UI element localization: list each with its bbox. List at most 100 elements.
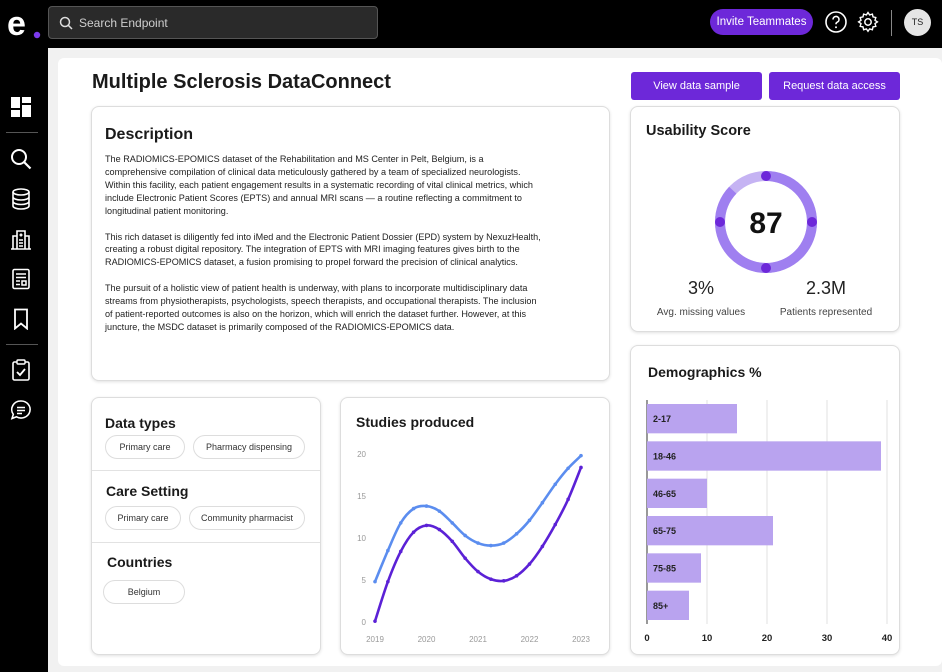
gauge-dot [761,263,771,273]
country-chip[interactable]: Belgium [103,580,185,604]
header-divider [891,10,892,36]
data-point [514,574,519,578]
gauge-dot [807,217,817,227]
data-point [553,482,558,487]
x-tick-label: 2019 [366,635,384,644]
data-point [450,539,455,544]
report-icon[interactable] [10,268,32,290]
data-point [373,619,377,623]
data-point [540,500,545,505]
data-point [450,521,455,525]
studies-line-chart: 0 5 10 15 20 2019 2020 2021 2022 2023 [357,450,590,644]
usability-heading: Usability Score [646,123,751,139]
studies-heading: Studies produced [356,414,475,430]
care-setting-chip[interactable]: Primary care [105,506,181,530]
bar-category-label: 65-75 [653,526,676,536]
care-setting-heading: Care Setting [106,483,189,499]
data-point [579,453,583,458]
data-point [386,579,390,584]
description-paragraph: This rich dataset is diligently fed into… [105,231,541,268]
data-point [540,544,545,549]
countries-heading: Countries [107,554,173,570]
missing-values-label: Avg. missing values [656,307,746,318]
series-line-1 [373,454,582,583]
data-point [527,518,532,523]
data-point [566,497,570,502]
data-point [489,543,493,548]
care-setting-chip[interactable]: Community pharmacist [189,506,305,530]
search-input[interactable] [79,7,369,38]
y-tick-label: 10 [357,534,366,543]
data-point [463,556,467,560]
data-point [411,506,416,511]
data-type-chip[interactable]: Pharmacy dispensing [193,435,305,459]
description-card: Description The RADIOMICS-EPOMICS datase… [91,106,610,381]
data-point [463,533,467,538]
bar [647,441,881,471]
invite-teammates-button[interactable]: Invite Teammates [710,9,813,35]
demographics-bar-chart: 0 10 20 30 40 2-17 18-46 46-65 65-75 75-85 85+ [644,400,893,644]
data-type-chip[interactable]: Primary care [105,435,185,459]
request-data-access-button[interactable]: Request data access [769,72,900,100]
x-tick-label: 2023 [572,635,590,644]
x-tick-label: 2021 [469,635,487,644]
missing-values-stat: 3% [687,278,714,298]
x-tick-label: 20 [762,633,773,644]
sidebar [0,48,48,672]
search-icon[interactable] [10,148,32,170]
data-point [566,466,570,471]
patients-label: Patients represented [779,307,873,318]
gauge-dot [715,217,725,227]
y-tick-label: 5 [362,576,367,585]
description-paragraph: The pursuit of a holistic view of patien… [105,283,537,332]
data-point [437,509,442,513]
bar-category-label: 46-65 [653,489,676,499]
data-point [386,548,390,553]
data-point [424,523,429,528]
search-icon [59,16,73,30]
y-tick-label: 15 [357,492,366,501]
help-icon[interactable] [824,10,848,34]
dataset-attributes-card: Data types Primary care Pharmacy dispens… [91,397,321,655]
data-point [476,569,480,574]
bar-category-label: 75-85 [653,564,676,574]
chat-icon[interactable] [10,399,32,421]
bar-category-label: 18-46 [653,452,676,462]
top-bar: e Invite Teammates TS [0,0,942,48]
page-title: Multiple Sclerosis DataConnect [92,71,391,93]
data-point [398,549,403,554]
data-point [424,504,429,508]
bookmark-icon[interactable] [10,308,32,330]
hospital-icon[interactable] [10,228,32,250]
data-point [411,530,416,534]
description-paragraph: The RADIOMICS-EPOMICS dataset of the Reh… [105,154,533,216]
usability-gauge: 87 [715,171,817,273]
bar-category-label: 85+ [653,601,668,611]
data-point [553,522,558,527]
data-types-heading: Data types [105,415,176,431]
search-bar[interactable] [48,6,378,39]
data-point [527,562,532,566]
settings-icon[interactable] [856,10,880,34]
clipboard-check-icon[interactable] [10,359,32,381]
view-data-sample-button[interactable]: View data sample [631,72,762,100]
description-text: The RADIOMICS-EPOMICS dataset of the Reh… [105,153,545,347]
gauge-dot [761,171,771,181]
x-tick-label: 0 [644,633,649,644]
x-tick-label: 40 [882,633,893,644]
data-point [373,579,377,584]
data-point [501,579,506,583]
x-tick-label: 30 [822,633,833,644]
dashboard-icon[interactable] [10,96,32,118]
usability-score-card: Usability Score 87 3% Avg. missing value… [630,106,900,332]
data-point [514,532,519,536]
avatar[interactable]: TS [904,9,931,36]
database-icon[interactable] [10,188,32,210]
data-point [501,541,506,545]
usability-score-value: 87 [749,207,782,240]
data-point [579,465,583,470]
x-tick-label: 10 [702,633,713,644]
data-point [437,527,442,532]
data-point [476,541,480,545]
endpoint-logo[interactable]: e [6,6,42,42]
